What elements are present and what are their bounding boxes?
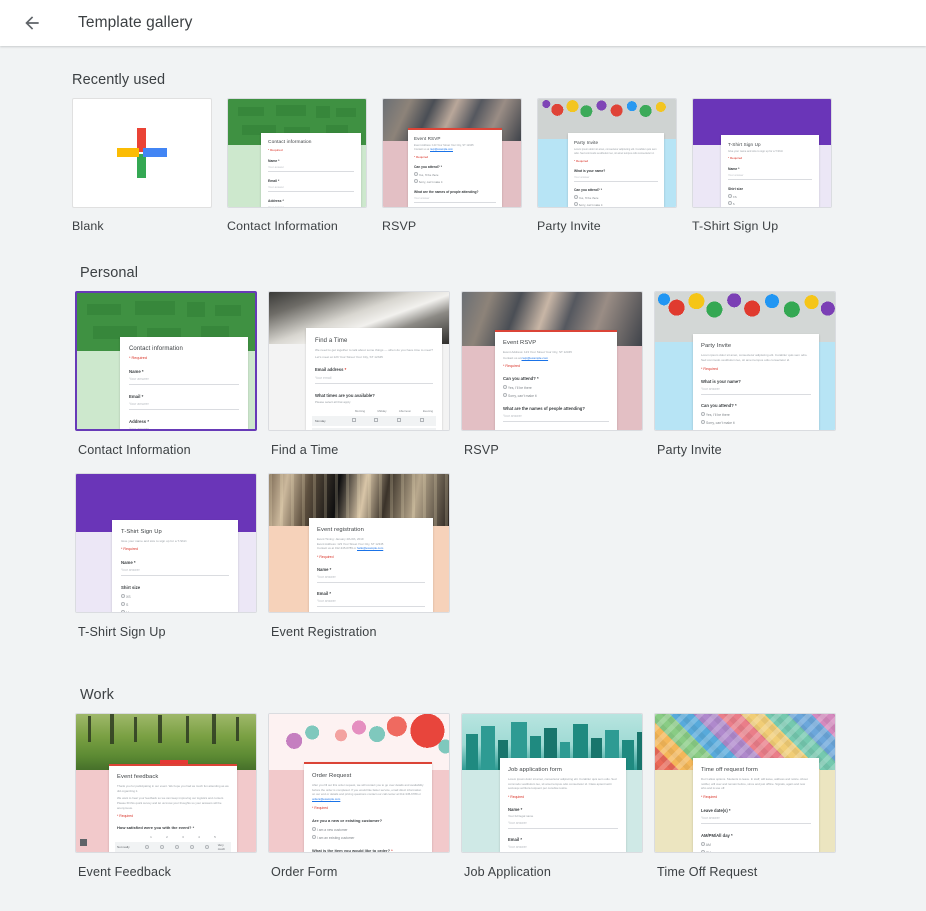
section-personal: Personal Contact information * Required … xyxy=(0,233,926,655)
template-card-blank[interactable]: Blank xyxy=(72,98,212,233)
template-card-event-registration[interactable]: Event registration Event Timing: January… xyxy=(268,473,450,639)
template-label: Find a Time xyxy=(271,443,339,457)
page-title: Template gallery xyxy=(78,14,193,31)
template-thumbnail-party-invite[interactable]: Party Invite Lorem ipsum dolor sit amet,… xyxy=(537,98,677,208)
template-card-tshirt-sign-up[interactable]: T-Shirt Sign Up Give your name and size … xyxy=(75,473,257,639)
template-label: Order Form xyxy=(271,865,338,879)
template-thumbnail-job-application[interactable]: Job application form Lorem ipsum dolor s… xyxy=(461,713,643,853)
template-thumbnail-rsvp[interactable]: Event RSVP Event Address: 123 Your Stree… xyxy=(382,98,522,208)
template-card-party-invite[interactable]: Party Invite Lorem ipsum dolor sit amet,… xyxy=(537,98,677,233)
template-card-order-form[interactable]: Order Request After you fill out this or… xyxy=(268,713,450,879)
template-card-job-application[interactable]: Job application form Lorem ipsum dolor s… xyxy=(461,713,643,879)
template-thumbnail-contact-information[interactable]: Contact information * Required Name * Yo… xyxy=(227,98,367,208)
template-thumbnail-time-off-request[interactable]: Time off request form Don't allow option… xyxy=(654,713,836,853)
template-card-find-a-time[interactable]: Find a Time We need to get together to t… xyxy=(268,291,450,457)
template-thumbnail-event-registration[interactable]: Event registration Event Timing: January… xyxy=(268,473,450,613)
template-thumbnail-party-invite[interactable]: Party Invite Lorem ipsum dolor sit amet,… xyxy=(654,291,836,431)
section-recently-used: Recently used Blank Contact information xyxy=(0,46,926,233)
section-work: Work Event feedback Thank you for partic… xyxy=(0,655,926,895)
template-thumbnail-event-feedback[interactable]: Event feedback Thank you for participati… xyxy=(75,713,257,853)
template-card-time-off-request[interactable]: Time off request form Don't allow option… xyxy=(654,713,836,879)
template-thumbnail-tshirt-sign-up[interactable]: T-Shirt Sign Up Give your name and size … xyxy=(75,473,257,613)
app-header: Template gallery xyxy=(0,0,926,46)
back-button[interactable] xyxy=(12,3,52,43)
template-label: Party Invite xyxy=(537,219,601,233)
template-label: Time Off Request xyxy=(657,865,758,879)
template-thumbnail-rsvp[interactable]: Event RSVP Event Address: 123 Your Stree… xyxy=(461,291,643,431)
template-grid-recently-used: Blank Contact information * Required Nam… xyxy=(0,98,926,233)
template-card-party-invite[interactable]: Party Invite Lorem ipsum dolor sit amet,… xyxy=(654,291,836,457)
template-label: Event Registration xyxy=(271,625,377,639)
google-plus-icon xyxy=(117,128,167,178)
template-label: Blank xyxy=(72,219,104,233)
section-heading-personal: Personal xyxy=(80,265,139,281)
template-card-contact-information[interactable]: Contact information * Required Name * Yo… xyxy=(227,98,367,233)
section-heading-recently-used: Recently used xyxy=(72,72,166,88)
template-label: RSVP xyxy=(464,443,499,457)
template-label: Event Feedback xyxy=(78,865,172,879)
template-thumbnail-tshirt-sign-up[interactable]: T-Shirt Sign Up Give your name and size … xyxy=(692,98,832,208)
template-card-tshirt-sign-up[interactable]: T-Shirt Sign Up Give your name and size … xyxy=(692,98,832,233)
template-card-rsvp[interactable]: Event RSVP Event Address: 123 Your Stree… xyxy=(382,98,522,233)
template-label: RSVP xyxy=(382,219,417,233)
template-label: Job Application xyxy=(464,865,551,879)
template-thumbnail-find-a-time[interactable]: Find a Time We need to get together to t… xyxy=(268,291,450,431)
template-thumbnail-order-form[interactable]: Order Request After you fill out this or… xyxy=(268,713,450,853)
template-gallery-body: Recently used Blank Contact information xyxy=(0,46,926,911)
template-thumbnail-contact-information[interactable]: Contact information * Required Name * Yo… xyxy=(75,291,257,431)
template-grid-personal: Contact information * Required Name * Yo… xyxy=(0,291,926,655)
template-thumbnail-blank[interactable] xyxy=(72,98,212,208)
arrow-back-icon xyxy=(25,16,39,30)
template-label: T-Shirt Sign Up xyxy=(692,219,779,233)
template-label: Party Invite xyxy=(657,443,722,457)
template-grid-work: Event feedback Thank you for participati… xyxy=(0,713,926,895)
template-card-contact-information[interactable]: Contact information * Required Name * Yo… xyxy=(75,291,257,457)
template-label: Contact Information xyxy=(78,443,191,457)
template-card-event-feedback[interactable]: Event feedback Thank you for participati… xyxy=(75,713,257,879)
template-card-rsvp[interactable]: Event RSVP Event Address: 123 Your Stree… xyxy=(461,291,643,457)
section-heading-work: Work xyxy=(80,687,114,703)
template-label: Contact Information xyxy=(227,219,338,233)
template-label: T-Shirt Sign Up xyxy=(78,625,166,639)
